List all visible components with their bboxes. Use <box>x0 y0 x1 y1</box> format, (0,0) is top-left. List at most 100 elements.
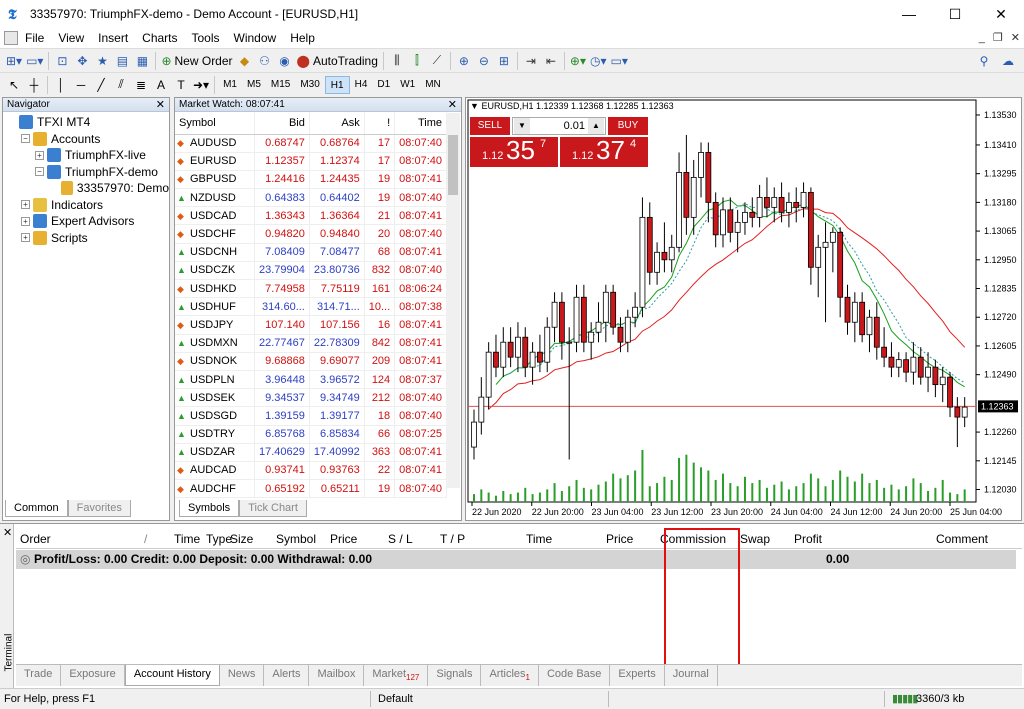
strategy-tester-icon[interactable]: ▦ <box>132 51 152 71</box>
crosshair-icon[interactable]: ┼ <box>24 75 44 95</box>
buy-price[interactable]: 1.12 37 4 <box>560 135 648 167</box>
table-row[interactable]: ◆ GBPUSD 1.24416 1.24435 19 08:07:41 <box>175 170 447 190</box>
menu-window[interactable]: Window <box>227 28 284 48</box>
data-window-icon[interactable]: ✥ <box>72 51 92 71</box>
column-header[interactable]: Bid <box>254 112 310 135</box>
table-row[interactable]: ▲ USDZAR 17.40629 17.40992 363 08:07:41 <box>175 443 447 462</box>
timeframe-m30[interactable]: M30 <box>295 76 324 94</box>
menu-insert[interactable]: Insert <box>91 28 135 48</box>
chart-window[interactable]: 1.13530 1.13410 1.13295 1.13180 1.13065 1.129… <box>465 97 1022 521</box>
column-header[interactable]: Symbol <box>276 532 316 546</box>
market-watch-scrollbar[interactable] <box>446 113 460 488</box>
buy-button[interactable]: BUY <box>608 117 648 135</box>
trendline-icon[interactable]: ╱ <box>91 75 111 95</box>
lot-down-icon[interactable]: ▼ <box>514 118 530 134</box>
column-header[interactable]: Time <box>394 112 447 135</box>
mdi-restore-icon[interactable]: ❐ <box>993 28 1003 48</box>
indicators-icon[interactable]: ⊕▾ <box>568 51 588 71</box>
column-header[interactable]: / <box>144 532 147 546</box>
autotrading-button[interactable]: ⬤ AutoTrading <box>295 51 380 71</box>
terminal-tab[interactable]: Alerts <box>264 665 310 686</box>
terminal-tab[interactable]: Journal <box>665 665 718 686</box>
close-icon[interactable]: ✕ <box>448 98 457 112</box>
tab-tick-chart[interactable]: Tick Chart <box>239 500 307 517</box>
column-header[interactable]: Time <box>174 532 200 546</box>
table-row[interactable]: ◆ USDHKD 7.74958 7.75119 161 08:06:24 <box>175 279 447 299</box>
menu-charts[interactable]: Charts <box>135 28 184 48</box>
table-row[interactable]: ◆ USDCHF 0.94820 0.94840 20 08:07:40 <box>175 224 447 244</box>
table-row[interactable]: ◆ USDCAD 1.36343 1.36364 21 08:07:41 <box>175 206 447 226</box>
navigator-item[interactable]: 33357970: Demo <box>7 180 169 197</box>
metaeditor-icon[interactable]: ◆ <box>235 51 255 71</box>
navigator-item[interactable]: + Indicators <box>7 197 169 214</box>
timeframe-d1[interactable]: D1 <box>372 76 395 94</box>
timeframe-h1[interactable]: H1 <box>324 75 350 94</box>
navigator-icon[interactable]: ★ <box>92 51 112 71</box>
column-header[interactable]: Price <box>330 532 357 546</box>
fibonacci-icon[interactable]: ≣ <box>131 75 151 95</box>
navigator-item[interactable]: − TriumphFX-demo <box>7 164 169 181</box>
timeframe-m5[interactable]: M5 <box>242 76 266 94</box>
close-icon[interactable]: ✕ <box>156 98 165 112</box>
navigator-item[interactable]: − Accounts <box>7 131 169 148</box>
new-order-button[interactable]: ⊕ New Order <box>159 51 234 71</box>
community-icon[interactable]: ⚇ <box>255 51 275 71</box>
bar-chart-icon[interactable]: ⫼ <box>387 51 407 71</box>
auto-scroll-icon[interactable]: ⇥ <box>521 51 541 71</box>
navigator-item[interactable]: + TriumphFX-live <box>7 147 169 164</box>
vertical-line-icon[interactable]: │ <box>51 75 71 95</box>
table-row[interactable]: ◆ USDNOK 9.68868 9.69077 209 08:07:41 <box>175 352 447 371</box>
close-icon[interactable]: ✕ <box>3 526 12 539</box>
zoom-in-icon[interactable]: ⊕ <box>454 51 474 71</box>
profiles-icon[interactable]: ▭▾ <box>24 51 45 71</box>
terminal-icon[interactable]: ▤ <box>112 51 132 71</box>
terminal-tab[interactable]: Account History <box>124 665 220 686</box>
timeframe-m1[interactable]: M1 <box>218 76 242 94</box>
column-header[interactable]: Time <box>526 532 552 546</box>
new-chart-icon[interactable]: ⊞▾ <box>4 51 24 71</box>
menu-view[interactable]: View <box>51 28 91 48</box>
scrollbar-thumb[interactable] <box>448 135 458 195</box>
table-row[interactable]: ◆ AUDCHF 0.65192 0.65211 19 08:07:40 <box>175 479 447 499</box>
expand-icon[interactable]: + <box>21 216 30 226</box>
tab-favorites[interactable]: Favorites <box>67 500 131 517</box>
sell-price[interactable]: 1.12 35 7 <box>470 135 558 167</box>
zoom-out-icon[interactable]: ⊖ <box>474 51 494 71</box>
terminal-tab[interactable]: Mailbox <box>309 665 365 686</box>
table-row[interactable]: ▲ USDMXN 22.77467 22.78309 842 08:07:41 <box>175 334 447 353</box>
terminal-tab[interactable]: Code Base <box>539 665 611 686</box>
table-row[interactable]: ▲ USDCNH 7.08409 7.08477 68 08:07:41 <box>175 243 447 262</box>
templates-icon[interactable]: ▭▾ <box>608 51 629 71</box>
menu-file[interactable]: File <box>18 28 51 48</box>
table-row[interactable]: ▲ USDCZK 23.79904 23.80736 832 08:07:40 <box>175 261 447 281</box>
table-row[interactable]: ▲ USDHUF 314.60... 314.71... 10... 08:07:38 <box>175 297 447 317</box>
terminal-tab[interactable]: Experts <box>610 665 665 686</box>
chart-shift-icon[interactable]: ⇤ <box>541 51 561 71</box>
terminal-tab[interactable]: Signals <box>428 665 482 686</box>
table-row[interactable]: ▲ USDSGD 1.39159 1.39177 18 08:07:40 <box>175 406 447 426</box>
column-header[interactable]: Symbol <box>175 112 255 135</box>
menu-tools[interactable]: Tools <box>185 28 227 48</box>
search-icon[interactable]: ⚲ <box>974 51 994 71</box>
mdi-close-icon[interactable]: ✕ <box>1011 28 1020 48</box>
timeframe-w1[interactable]: W1 <box>395 76 420 94</box>
timeframe-m15[interactable]: M15 <box>266 76 295 94</box>
column-header[interactable]: Price <box>606 532 633 546</box>
summary-row[interactable]: ◎ Profit/Loss: 0.00 Credit: 0.00 Deposit… <box>16 550 1016 569</box>
table-row[interactable]: ◆ USDJPY 107.140 107.156 16 08:07:41 <box>175 315 447 335</box>
signals-icon[interactable]: ◉ <box>275 51 295 71</box>
timeframe-h4[interactable]: H4 <box>350 76 373 94</box>
navigator-item[interactable]: TFXI MT4 <box>7 114 169 131</box>
terminal-tab[interactable]: News <box>220 665 265 686</box>
table-row[interactable]: ▲ USDSEK 9.34537 9.34749 212 08:07:40 <box>175 388 447 408</box>
lot-up-icon[interactable]: ▲ <box>588 118 604 134</box>
arrows-icon[interactable]: ➜▾ <box>191 75 211 95</box>
expand-icon[interactable]: + <box>35 150 44 160</box>
column-header[interactable]: Type <box>206 532 232 546</box>
timeframe-mn[interactable]: MN <box>420 76 446 94</box>
column-header[interactable]: Comment <box>936 532 988 546</box>
table-row[interactable]: ◆ AUDCAD 0.93741 0.93763 22 08:07:41 <box>175 461 447 481</box>
column-header[interactable]: S / L <box>388 532 413 546</box>
table-row[interactable]: ◆ EURUSD 1.12357 1.12374 17 08:07:40 <box>175 152 447 171</box>
document-icon[interactable] <box>4 31 18 45</box>
